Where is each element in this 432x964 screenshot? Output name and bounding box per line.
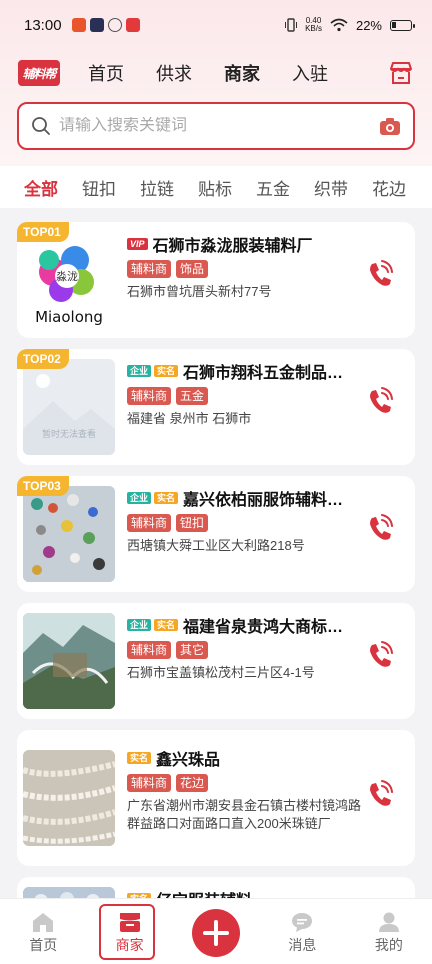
merchant-address: 西塘镇大舜工业区大利路218号 [127,538,305,553]
top-nav: 辅料帮 首页 供求 商家 入驻 [0,52,432,94]
merchant-tag: 辅料商 [127,641,172,659]
tabbar-home-label: 首页 [29,937,58,953]
category-tabs: 全部 钮扣 拉链 贴标 五金 织带 花边 [0,166,432,208]
search-input[interactable] [59,117,379,135]
company-name: 石狮市淼泷服装辅料厂 [152,238,313,255]
merchant-card[interactable]: TOP01 淼泷 Miaolong VIP 石狮市淼泷服装辅料厂 辅料商 饰品 [17,222,415,338]
merchant-tag: 五金 [176,387,209,405]
status-time: 13:00 [24,16,62,34]
search-bar[interactable] [17,102,415,150]
merchant-tag: 辅料商 [127,514,172,532]
verified-badge: 实名 [154,365,179,377]
category-all[interactable]: 全部 [24,175,58,200]
rank-badge: TOP02 [17,349,69,369]
wifi-icon [330,18,348,32]
battery-icon [390,19,415,31]
tabbar-profile-label: 我的 [374,937,403,953]
merchant-address: 石狮市曾坑厝头新村77号 [127,284,272,299]
merchant-card[interactable]: TOP03 企业 实名 嘉兴依柏丽服饰辅料… 辅料商 钮扣 西塘镇大舜工业区大利… [17,476,415,592]
tab-join[interactable]: 入驻 [292,60,328,86]
merchant-tag: 辅料商 [127,774,172,792]
verified-badge: 实名 [127,752,152,764]
merchant-address: 广东省潮州市潮安县金石镇古楼村镜鸿路群益路口对面路口直入200米珠链厂 [127,798,362,831]
tabbar-profile[interactable]: 我的 [346,899,432,955]
logo-chinese-text: 淼泷 [56,269,78,283]
plus-icon [192,909,241,957]
phone-icon[interactable] [367,514,393,542]
tabbar-messages[interactable]: 消息 [259,899,345,955]
tabbar-messages-label: 消息 [288,937,317,953]
company-name: 石狮市翔科五金制品… [183,365,344,382]
merchant-address: 福建省 泉州市 石狮市 [127,411,252,426]
notification-app-icon [107,18,122,32]
rank-badge: TOP03 [17,476,69,496]
message-icon [292,913,313,932]
category-lace[interactable]: 花边 [372,175,406,200]
tab-merchants[interactable]: 商家 [224,60,260,86]
merchant-tag: 辅料商 [127,387,172,405]
notification-app-icon [71,18,86,32]
search-icon [32,117,50,135]
enterprise-badge: 企业 [127,492,152,504]
company-name: 鑫兴珠品 [156,752,221,769]
placeholder-text: 暂时无法查看 [42,428,96,440]
notification-app-icon [89,18,104,32]
profile-icon [378,912,399,932]
company-name: 福建省泉贵鸿大商标… [183,619,344,636]
merchant-tag: 其它 [176,641,209,659]
tabbar-home[interactable]: 首页 [0,899,86,955]
phone-icon[interactable] [367,387,393,415]
tabbar-post[interactable] [173,899,259,957]
store-icon[interactable] [388,60,414,86]
verified-badge: 实名 [154,619,179,631]
merchant-tag: 饰品 [176,260,209,278]
active-tab-highlight [99,904,155,960]
merchant-photo [23,613,115,709]
battery-percent: 22% [355,17,382,33]
vip-badge: VIP [127,238,148,250]
notification-app-icon [125,18,140,32]
home-icon [33,913,54,932]
merchant-tag: 辅料商 [127,260,172,278]
merchant-photo [23,750,115,846]
merchant-card[interactable]: TOP02 暂时无法查看 企业 实名 石狮市翔科五金制品… 辅料商 五金 福建省… [17,349,415,465]
rank-badge: TOP01 [17,222,69,242]
merchant-tag: 钮扣 [176,514,209,532]
phone-icon[interactable] [367,780,393,808]
merchant-logo-image: 淼泷 Miaolong [23,232,115,328]
category-labels[interactable]: 贴标 [198,175,232,200]
tab-home[interactable]: 首页 [88,60,124,86]
enterprise-badge: 企业 [127,619,152,631]
status-bar: 13:00 0.40 KB/s 22% [0,0,432,50]
merchant-tag: 花边 [176,774,209,792]
phone-icon[interactable] [367,260,393,288]
merchant-list: TOP01 淼泷 Miaolong VIP 石狮市淼泷服装辅料厂 辅料商 饰品 [17,222,415,964]
phone-icon[interactable] [367,641,393,669]
bottom-tab-bar: 首页 商家 消息 我的 [0,898,432,964]
category-zippers[interactable]: 拉链 [140,175,174,200]
merchant-address: 石狮市宝盖镇松茂村三片区4-1号 [127,665,315,680]
merchant-card[interactable]: 实名 鑫兴珠品 辅料商 花边 广东省潮州市潮安县金石镇古楼村镜鸿路群益路口对面路… [17,730,415,866]
vibrate-icon [285,18,298,32]
logo-brand-text: Miaolong [35,308,103,326]
merchant-photo [23,486,115,582]
category-webbing[interactable]: 织带 [314,175,348,200]
merchant-card[interactable]: 企业 实名 福建省泉贵鸿大商标… 辅料商 其它 石狮市宝盖镇松茂村三片区4-1号 [17,603,415,719]
camera-icon[interactable] [379,116,401,136]
company-name: 嘉兴依柏丽服饰辅料… [183,492,344,509]
enterprise-badge: 企业 [127,365,152,377]
verified-badge: 实名 [154,492,179,504]
network-speed: 0.40 KB/s [305,16,322,33]
category-hardware[interactable]: 五金 [256,175,290,200]
tab-supply[interactable]: 供求 [156,60,192,86]
app-logo: 辅料帮 [18,60,60,86]
placeholder-image: 暂时无法查看 [23,359,115,455]
category-buttons[interactable]: 钮扣 [82,175,116,200]
